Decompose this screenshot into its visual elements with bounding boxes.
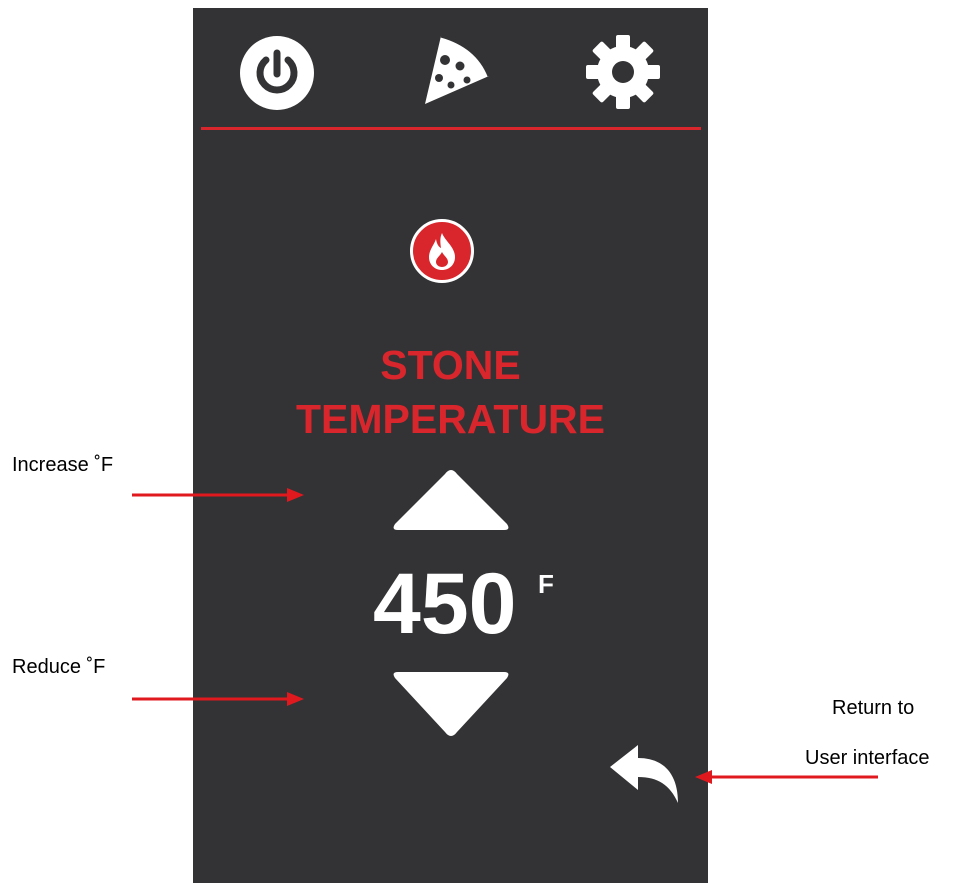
red-arrow-reduce bbox=[132, 692, 304, 706]
undo-arrow-icon bbox=[610, 745, 678, 803]
annotation-return-line1: Return to bbox=[832, 697, 915, 719]
decrease-temperature-button[interactable] bbox=[390, 666, 512, 745]
power-icon bbox=[240, 36, 314, 110]
return-button[interactable] bbox=[608, 743, 684, 810]
temperature-unit: F bbox=[538, 569, 554, 599]
pizza-button[interactable] bbox=[415, 30, 491, 111]
settings-button[interactable] bbox=[585, 34, 661, 115]
screen-title-line1: STONE bbox=[380, 342, 521, 388]
annotation-increase: Increase ˚F bbox=[12, 454, 114, 476]
triangle-up-icon bbox=[393, 470, 509, 530]
screen-title-line2: TEMPERATURE bbox=[295, 396, 606, 442]
triangle-down-icon bbox=[393, 672, 509, 736]
oven-control-screen: STONE TEMPERATURE 450 F bbox=[193, 8, 708, 883]
stone-temperature-badge bbox=[410, 219, 474, 283]
gear-icon bbox=[586, 35, 660, 109]
red-arrow-return bbox=[695, 770, 878, 784]
pizza-icon bbox=[425, 34, 491, 104]
temperature-value: 450 bbox=[373, 556, 517, 652]
flame-icon bbox=[429, 233, 455, 270]
increase-temperature-button[interactable] bbox=[390, 464, 512, 539]
annotation-reduce: Reduce ˚F bbox=[12, 656, 106, 678]
header-divider bbox=[201, 127, 701, 130]
annotation-return-line2: User interface bbox=[805, 747, 930, 769]
power-button[interactable] bbox=[240, 36, 314, 115]
red-arrow-increase bbox=[132, 488, 304, 502]
